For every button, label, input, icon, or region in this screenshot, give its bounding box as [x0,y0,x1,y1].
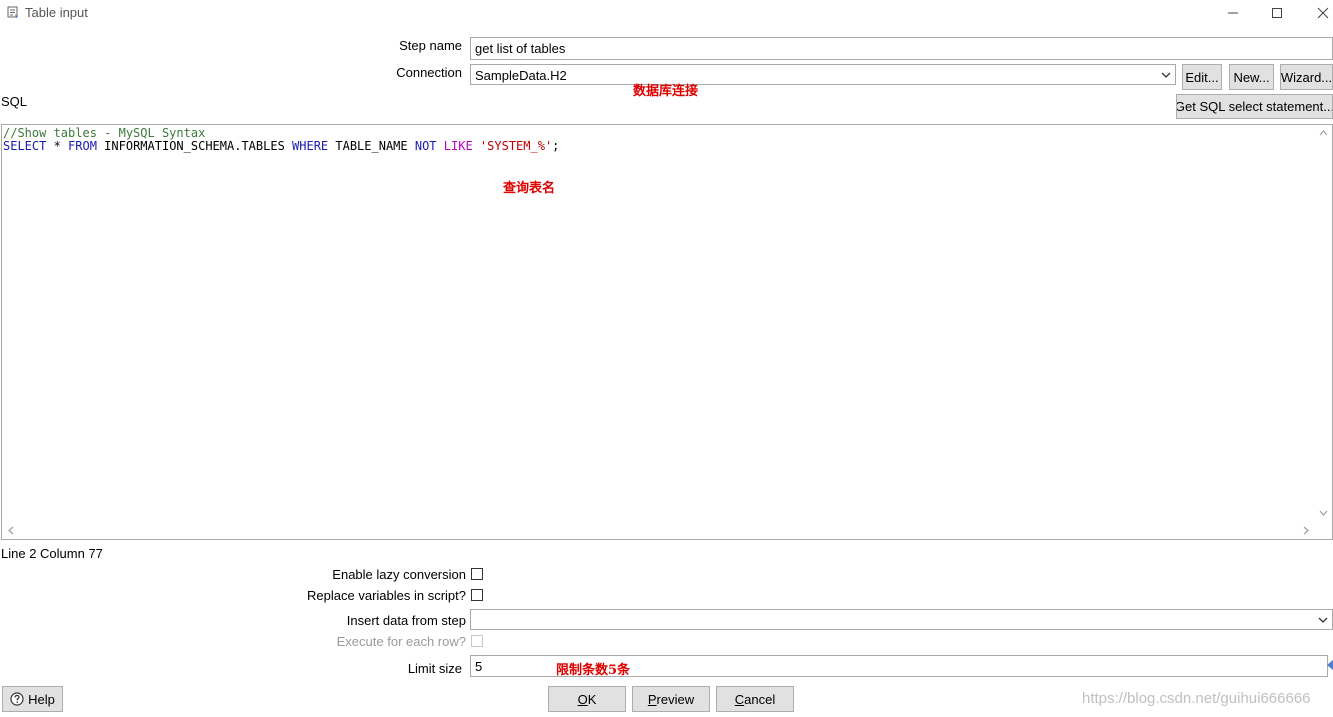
replace-variables-checkbox[interactable] [471,589,483,601]
help-label: Help [28,691,55,707]
lazy-conversion-checkbox[interactable] [471,568,483,580]
edit-connection-button[interactable]: Edit... [1182,64,1222,90]
step-name-label: Step name [399,38,462,53]
scroll-right-icon[interactable] [1303,526,1310,535]
table-input-icon [7,6,18,18]
minimize-button[interactable] [1223,4,1243,22]
help-button[interactable]: Help [2,686,63,712]
replace-variables-label: Replace variables in script? [307,588,466,603]
scroll-left-icon[interactable] [7,526,14,535]
preview-label: review [656,691,695,707]
cancel-button[interactable]: Cancel [716,686,794,712]
window-title: Table input [25,5,88,20]
scroll-down-icon[interactable] [1319,510,1328,517]
maximize-icon [1272,8,1282,18]
sql-space [437,139,444,153]
ok-button[interactable]: OK [548,686,626,712]
step-name-input[interactable]: get list of tables [470,37,1333,60]
sql-kw-not: NOT [414,139,437,153]
cancel-label: ancel [744,691,776,707]
chevron-down-icon [1161,72,1171,78]
sql-column: TABLE_NAME [328,139,415,153]
connection-select[interactable]: SampleData.H2 [470,64,1176,85]
connection-value: SampleData.H2 [475,68,567,83]
preview-button[interactable]: Preview [632,686,710,712]
sql-kw-from: FROM [68,139,97,153]
sql-kw-like: LIKE [443,139,473,153]
sql-label: SQL [1,94,28,109]
execute-each-row-checkbox [471,635,483,647]
connection-label: Connection [396,65,462,80]
maximize-button[interactable] [1267,4,1287,22]
new-connection-label: New... [1233,69,1270,85]
connection-annotation: 数据库连接 [633,84,699,99]
sql-space-2 [473,139,480,153]
edit-connection-label: Edit... [1185,69,1219,85]
sql-comment: //Show tables - MySQL Syntax [3,126,206,140]
insert-data-label: Insert data from step [346,613,466,628]
insert-data-select[interactable] [470,609,1333,630]
sql-semicolon: ; [552,139,560,153]
wizard-label: Wizard... [1280,69,1333,85]
help-icon [10,692,24,706]
lazy-conversion-label: Enable lazy conversion [332,567,466,582]
preview-mnemonic: P [647,691,657,707]
get-sql-label: Get SQL select statement... [1176,99,1333,114]
sql-vertical-scrollbar[interactable] [1315,125,1332,522]
ok-label: K [587,691,597,707]
sql-table: INFORMATION_SCHEMA.TABLES [96,139,293,153]
close-icon [1317,7,1329,19]
sql-kw-select: SELECT [3,139,47,153]
sql-kw-where: WHERE [292,139,329,153]
chevron-down-icon [1318,617,1328,623]
execute-each-row-label: Execute for each row? [336,634,466,649]
sql-editor[interactable] [1,124,1333,540]
minimize-icon [1228,12,1238,14]
scroll-up-icon[interactable] [1319,129,1328,136]
variable-indicator-icon [1327,660,1333,670]
close-button[interactable] [1313,4,1333,22]
wizard-button[interactable]: Wizard... [1280,64,1333,90]
sql-code[interactable]: //Show tables - MySQL Syntax SELECT * FR… [3,127,559,153]
ok-mnemonic: O [577,691,588,707]
sql-star: * [46,139,69,153]
limit-size-label: Limit size [407,661,462,676]
sql-annotation: 查询表名 [503,181,556,196]
sql-horizontal-scrollbar[interactable] [2,522,1315,539]
cancel-mnemonic: C [734,691,745,707]
cursor-position-status: Line 2 Column 77 [1,546,103,561]
get-sql-button[interactable]: Get SQL select statement... [1176,94,1333,119]
new-connection-button[interactable]: New... [1229,64,1274,90]
limit-size-annotation: 限制条数5条 [556,663,631,678]
watermark-text: https://blog.csdn.net/guihui666666 [1082,690,1311,707]
sql-string: 'SYSTEM_%' [479,139,553,153]
title-bar: Table input [0,0,1333,28]
